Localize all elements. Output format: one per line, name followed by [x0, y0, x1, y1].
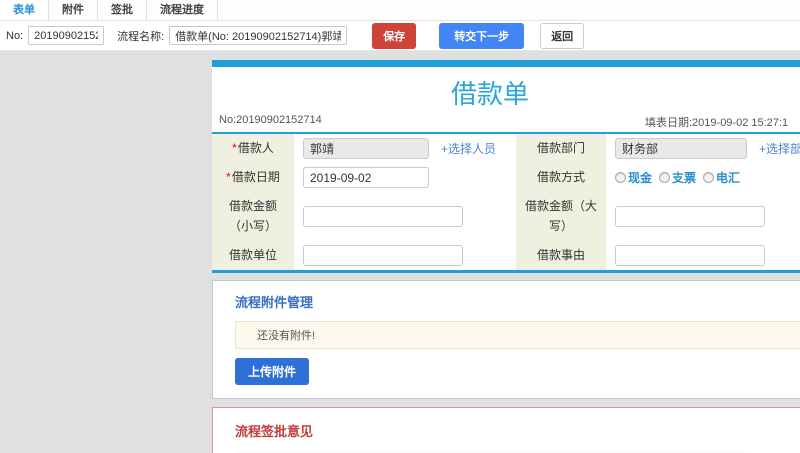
radio-button-icon[interactable]: [703, 172, 715, 183]
radio-cash[interactable]: 现金: [615, 169, 652, 186]
amount-small-input[interactable]: [303, 205, 463, 227]
required-mark: *: [232, 141, 237, 156]
approval-opinion-heading: 流程签批意见: [235, 423, 314, 439]
main-content: 借款单 No:20190902152714 填表日期:2019-09-02 15…: [212, 60, 800, 453]
tab-process-progress[interactable]: 流程进度: [147, 0, 218, 20]
form-title: 借款单: [450, 79, 529, 109]
loan-method-radio-group: 现金 支票 电汇: [615, 169, 747, 186]
form-meta-row: No:20190902152714 填表日期:2019-09-02 15:27:…: [212, 114, 800, 132]
save-button[interactable]: 保存: [372, 22, 417, 49]
dept-input-cell: +选择部门: [606, 134, 800, 163]
action-toolbar: No: 流程名称: 保存 转交下一步 返回: [0, 21, 800, 51]
tab-bar: 表单 附件 签批 流程进度: [0, 0, 800, 21]
radio-check[interactable]: 支票: [659, 169, 696, 186]
radio-button-icon[interactable]: [615, 172, 626, 183]
tab-attachments[interactable]: 附件: [49, 0, 98, 20]
amount-big-input[interactable]: [615, 205, 765, 227]
no-attachments-alert: 还没有附件!: [235, 320, 800, 349]
loan-reason-label-cell: 借款事由: [516, 240, 606, 270]
loan-method-cell: 现金 支票 电汇: [606, 163, 800, 192]
loan-reason-input[interactable]: [615, 244, 765, 266]
attachments-panel: 流程附件管理 还没有附件! 上传附件: [212, 279, 800, 399]
dept-input[interactable]: [615, 138, 747, 159]
amount-small-input-cell: [294, 192, 516, 241]
approval-opinion-panel: 流程签批意见 B I abc: [212, 406, 800, 453]
loan-date-input-cell: [294, 163, 516, 192]
top-header: 表单 附件 签批 流程进度 No: 流程名称: 保存 转交下一步 返回: [0, 0, 800, 51]
required-mark: *: [226, 170, 231, 185]
loan-date-label-cell: *借款日期: [212, 163, 294, 192]
loan-unit-label-cell: 借款单位: [212, 240, 294, 270]
radio-button-icon[interactable]: [659, 172, 671, 183]
form-doc-number: No:20190902152714: [219, 114, 322, 126]
radio-wire[interactable]: 电汇: [703, 169, 740, 186]
tab-form[interactable]: 表单: [0, 0, 49, 20]
attachments-heading: 流程附件管理: [235, 294, 314, 310]
no-label: No:: [6, 29, 24, 42]
loan-reason-input-cell: [606, 240, 800, 270]
amount-small-label-cell: 借款金额（小写）: [212, 192, 294, 241]
form-top-accent-bar: [212, 60, 800, 67]
loan-unit-input[interactable]: [303, 244, 463, 266]
borrower-input[interactable]: [303, 138, 429, 159]
back-button[interactable]: 返回: [540, 22, 585, 49]
process-name-input[interactable]: [169, 26, 348, 45]
upload-attachment-button[interactable]: 上传附件: [235, 357, 310, 385]
form-fill-date: 填表日期:2019-09-02 15:27:1: [645, 117, 789, 129]
forward-next-step-button[interactable]: 转交下一步: [439, 22, 525, 49]
loan-form-grid: *借款人 +选择人员 借款部门 +选择部门 *借款日期 借款方式: [212, 134, 800, 270]
select-person-link[interactable]: +选择人员: [441, 140, 496, 157]
loan-date-input[interactable]: [303, 167, 429, 188]
select-dept-link[interactable]: +选择部门: [759, 140, 800, 157]
form-bottom-accent-bar: [212, 269, 800, 273]
no-input[interactable]: [28, 26, 105, 45]
borrower-input-cell: +选择人员: [294, 134, 516, 163]
tab-approval[interactable]: 签批: [98, 0, 147, 20]
loan-method-label-cell: 借款方式: [516, 163, 606, 192]
loan-form-panel: 借款单 No:20190902152714 填表日期:2019-09-02 15…: [212, 60, 800, 273]
amount-big-input-cell: [606, 192, 800, 241]
borrower-label-cell: *借款人: [212, 134, 294, 163]
amount-big-label-cell: 借款金额（大写）: [516, 192, 606, 241]
process-name-label: 流程名称:: [117, 30, 165, 43]
dept-label-cell: 借款部门: [516, 134, 606, 163]
loan-unit-input-cell: [294, 240, 516, 270]
